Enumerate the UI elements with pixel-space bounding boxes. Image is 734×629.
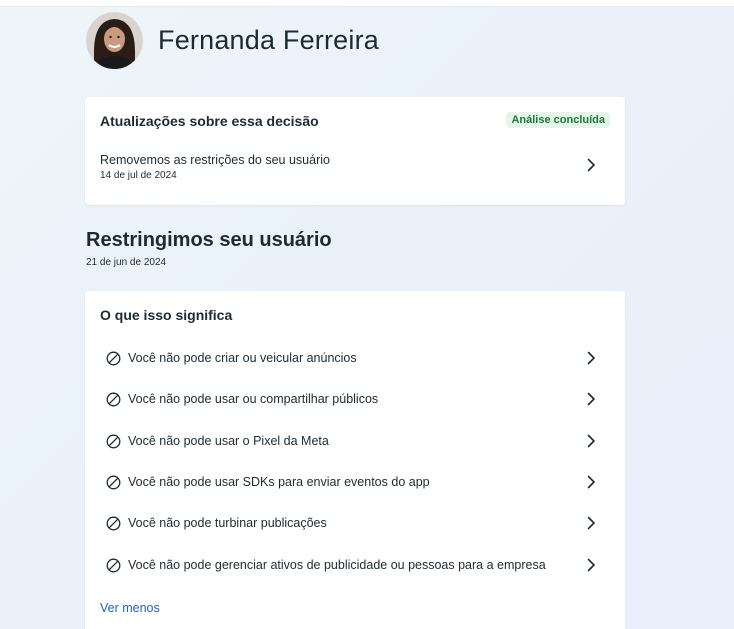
update-date: 14 de jul de 2024 [100,170,177,181]
list-item-label: Você não pode usar SDKs para enviar even… [128,475,430,489]
meaning-card: O que isso significa Você não pode criar… [85,291,625,629]
profile-header: Fernanda Ferreira [86,11,379,69]
update-item[interactable]: Removemos as restrições do seu usuário 1… [100,153,610,185]
chevron-right-icon [587,392,595,406]
list-item[interactable]: Você não pode usar o Pixel da Meta [100,423,610,459]
ban-icon [106,475,121,489]
ban-icon [106,558,121,572]
list-item-label: Você não pode usar o Pixel da Meta [128,434,329,448]
ban-icon [106,434,121,448]
list-item-label: Você não pode gerenciar ativos de public… [128,558,546,572]
restriction-date: 21 de jun de 2024 [86,257,167,268]
list-item-label: Você não pode criar ou veicular anúncios [128,351,357,365]
list-item-label: Você não pode usar ou compartilhar públi… [128,392,379,406]
chevron-right-icon [587,516,595,530]
list-item[interactable]: Você não pode gerenciar ativos de public… [100,547,610,583]
list-item-label: Você não pode turbinar publicações [128,516,327,530]
chevron-right-icon [587,351,595,365]
update-text: Removemos as restrições do seu usuário [100,153,330,167]
list-item[interactable]: Você não pode usar ou compartilhar públi… [100,381,610,417]
ban-icon [106,351,121,365]
restriction-title: Restringimos seu usuário [86,229,332,251]
updates-card: Atualizações sobre essa decisão Análise … [85,97,625,205]
chevron-right-icon [587,475,595,489]
status-badge: Análise concluída [506,112,610,128]
updates-card-title: Atualizações sobre essa decisão [100,113,319,129]
list-item[interactable]: Você não pode turbinar publicações [100,505,610,541]
profile-name: Fernanda Ferreira [158,24,379,55]
top-bar-edge [0,0,734,7]
ban-icon [106,392,121,406]
see-less-link[interactable]: Ver menos [100,601,160,615]
meaning-card-title: O que isso significa [100,307,233,323]
chevron-right-icon [587,558,595,572]
chevron-right-icon [587,434,595,448]
chevron-right-icon [587,158,595,172]
list-item[interactable]: Você não pode usar SDKs para enviar even… [100,464,610,500]
ban-icon [106,516,121,530]
list-item[interactable]: Você não pode criar ou veicular anúncios [100,340,610,376]
avatar[interactable] [86,11,143,69]
